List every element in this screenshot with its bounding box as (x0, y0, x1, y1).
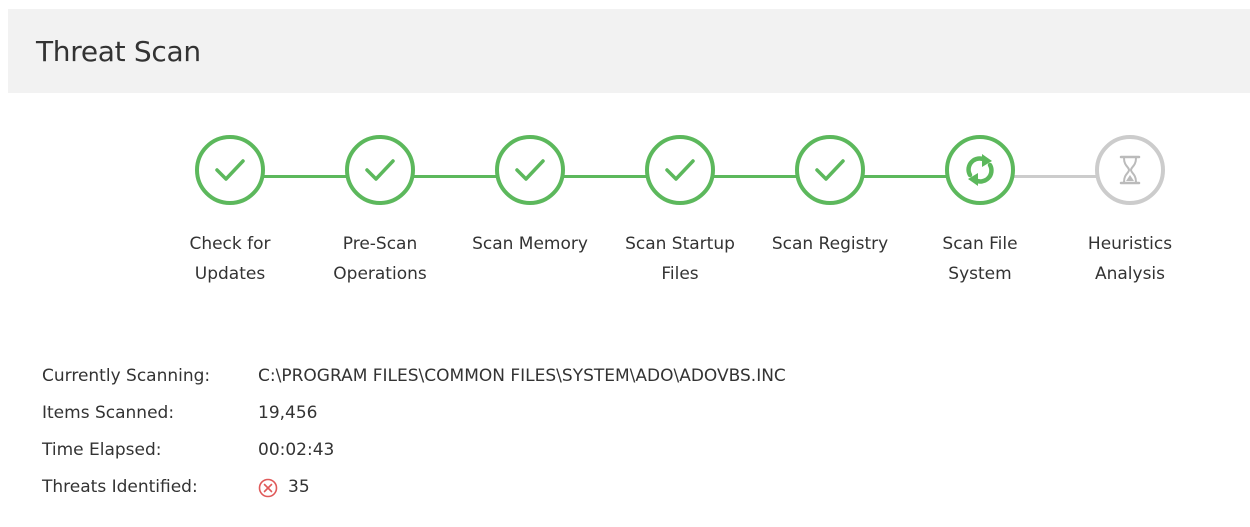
currently-scanning-label: Currently Scanning: (42, 366, 211, 386)
step-status-circle (1095, 135, 1165, 205)
step-status-circle (345, 135, 415, 205)
step-status-circle (495, 135, 565, 205)
step-label: Scan Startup Files (625, 234, 735, 284)
step-status-circle (195, 135, 265, 205)
threat-x-icon (258, 478, 278, 497)
items-scanned-value: 19,456 (258, 403, 318, 423)
threats-identified-value: 35 (288, 477, 310, 497)
step-label: Scan File System (942, 234, 1018, 284)
checkmark-icon (665, 159, 695, 181)
step-status-circle (645, 135, 715, 205)
step-status-circle (945, 135, 1015, 205)
checkmark-icon (515, 159, 545, 181)
step-label: Heuristics Analysis (1087, 234, 1173, 284)
step-status-circle (795, 135, 865, 205)
hourglass-icon (1119, 155, 1141, 185)
refresh-icon (966, 154, 994, 186)
currently-scanning-value: C:\PROGRAM FILES\COMMON FILES\SYSTEM\ADO… (258, 366, 786, 386)
items-scanned-label: Items Scanned: (42, 403, 175, 423)
threats-identified-value-group: 35 (258, 469, 310, 506)
progress-connector-complete (230, 175, 985, 178)
step-label: Scan Memory (472, 234, 588, 254)
scan-progress-stepper: Check for Updates Pre-Scan Operations Scan… (0, 0, 1250, 300)
checkmark-icon (365, 159, 395, 181)
time-elapsed-label: Time Elapsed: (42, 440, 162, 460)
step-label: Scan Registry (771, 234, 889, 254)
step-label: Check for Updates (189, 234, 271, 284)
checkmark-icon (815, 159, 845, 181)
checkmark-icon (215, 159, 245, 181)
time-elapsed-value: 00:02:43 (258, 440, 335, 460)
threats-identified-label: Threats Identified: (42, 477, 198, 497)
step-label: Pre-Scan Operations (333, 234, 427, 284)
